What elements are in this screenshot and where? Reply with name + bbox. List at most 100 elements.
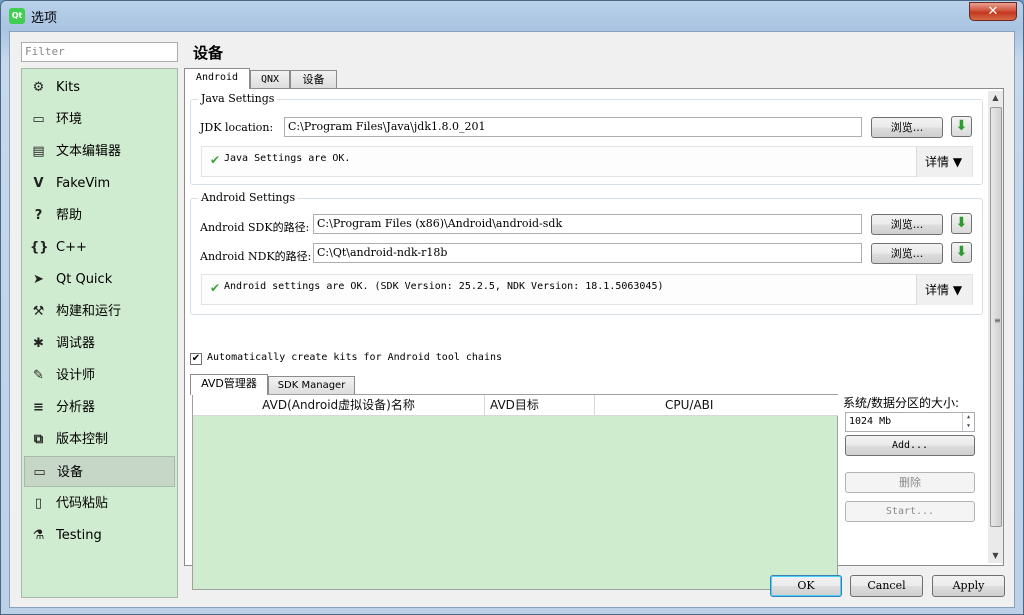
- sidebar-item-label: Qt Quick: [56, 272, 113, 287]
- sidebar-item-label: C++: [56, 240, 87, 255]
- spin-arrows-icon[interactable]: ▲ ▼: [962, 413, 974, 431]
- sidebar-item-label: 代码粘贴: [56, 496, 109, 511]
- tab-qnx[interactable]: QNX: [250, 70, 290, 89]
- sidebar-item-help[interactable]: ? 帮助: [24, 200, 175, 231]
- sidebar-item-kits[interactable]: ⚙ Kits: [24, 72, 175, 103]
- qt-quick-icon: ➤: [33, 272, 44, 287]
- details-label: 详情: [925, 155, 950, 169]
- page-title: 设备: [193, 44, 224, 62]
- sidebar-item-testing[interactable]: ⚗ Testing: [24, 520, 175, 551]
- flask-icon: ⚗: [32, 528, 45, 543]
- pencil-icon: ✎: [33, 368, 44, 383]
- download-icon: ⬇: [955, 244, 968, 260]
- filter-input[interactable]: Filter: [21, 42, 178, 62]
- sidebar-item-label: 分析器: [56, 400, 96, 415]
- avd-table[interactable]: AVD(Android虚拟设备)名称 AVD目标 CPU/ABI: [192, 394, 838, 590]
- help-icon: ?: [34, 208, 43, 223]
- sidebar-item-label: FakeVim: [56, 176, 111, 191]
- sidebar-item-text-editor[interactable]: ▤ 文本编辑器: [24, 136, 175, 167]
- java-status-text: Java Settings are OK.: [224, 153, 351, 164]
- android-settings-group: Android Settings Android SDK的路径: C:\Prog…: [190, 191, 983, 315]
- tab-avd-manager[interactable]: AVD管理器: [190, 374, 268, 395]
- category-list: ⚙ Kits ▭ 环境 ▤ 文本编辑器 V FakeVim ? 帮助 {} C+…: [21, 68, 178, 598]
- cancel-button[interactable]: Cancel: [850, 575, 923, 597]
- sidebar-item-debugger[interactable]: ✱ 调试器: [24, 328, 175, 359]
- sidebar-item-label: 构建和运行: [56, 304, 122, 319]
- ok-button[interactable]: OK: [770, 575, 842, 597]
- tab-sdk-manager[interactable]: SDK Manager: [268, 376, 355, 395]
- sidebar-item-label: 调试器: [56, 336, 96, 351]
- sidebar-item-label: Testing: [56, 528, 102, 543]
- jdk-download-button[interactable]: ⬇: [951, 116, 972, 137]
- jdk-location-label: JDK location:: [200, 121, 274, 134]
- qt-icon: Qt: [9, 8, 25, 24]
- jdk-location-field[interactable]: C:\Program Files\Java\jdk1.8.0_201: [284, 117, 862, 137]
- options-window: Qt 选项 ✕ Filter ⚙ Kits ▭ 环境 ▤ 文本编辑器 V Fak…: [0, 0, 1024, 615]
- android-settings-title: Android Settings: [198, 191, 299, 204]
- devices-icon: ▭: [33, 465, 46, 480]
- sidebar-item-label: 设备: [57, 465, 84, 480]
- close-button[interactable]: ✕: [969, 2, 1017, 21]
- column-cpu-abi[interactable]: CPU/ABI: [595, 395, 838, 416]
- android-status-text: Android settings are OK. (SDK Version: 2…: [224, 281, 664, 292]
- dropdown-arrow-icon: ▼: [952, 155, 963, 169]
- sidebar-item-label: 环境: [56, 112, 83, 127]
- scroll-thumb[interactable]: ≡: [990, 107, 1002, 527]
- sidebar-item-version-control[interactable]: ⧉ 版本控制: [24, 424, 175, 455]
- java-status-box: ✔ Java Settings are OK. 详情 ▼: [201, 146, 973, 177]
- partition-size-spinbox[interactable]: 1024 Mb ▲ ▼: [845, 412, 975, 432]
- ndk-download-button[interactable]: ⬇: [951, 242, 972, 263]
- remove-avd-button[interactable]: 删除: [845, 472, 975, 493]
- tab-devices[interactable]: 设备: [290, 70, 337, 89]
- download-icon: ⬇: [955, 118, 968, 134]
- apply-button[interactable]: Apply: [932, 575, 1005, 597]
- add-avd-button[interactable]: Add...: [845, 435, 975, 456]
- sidebar-item-label: Kits: [56, 80, 81, 95]
- version-control-icon: ⧉: [33, 432, 44, 447]
- column-avd-target[interactable]: AVD目标: [485, 395, 595, 416]
- sidebar-item-code-paste[interactable]: ▯ 代码粘贴: [24, 488, 175, 519]
- auto-create-kits-checkbox[interactable]: ✔: [190, 353, 202, 365]
- auto-create-kits-label: Automatically create kits for Android to…: [207, 352, 503, 363]
- sidebar-item-fakevim[interactable]: V FakeVim: [24, 168, 175, 199]
- details-label: 详情: [925, 283, 950, 297]
- title-bar: Qt 选项 ✕: [1, 1, 1023, 31]
- sidebar-item-qt-quick[interactable]: ➤ Qt Quick: [24, 264, 175, 295]
- sidebar-item-analyzer[interactable]: ≡ 分析器: [24, 392, 175, 423]
- sidebar-item-label: 设计师: [56, 368, 96, 383]
- sidebar-item-label: 版本控制: [56, 432, 109, 447]
- vertical-scrollbar[interactable]: ▲ ≡ ▼: [988, 91, 1003, 563]
- download-icon: ⬇: [955, 215, 968, 231]
- sidebar-item-build-run[interactable]: ⚒ 构建和运行: [24, 296, 175, 327]
- code-paste-icon: ▯: [34, 496, 43, 511]
- sdk-browse-button[interactable]: 浏览...: [871, 214, 943, 235]
- window-title: 选项: [31, 11, 58, 26]
- android-details-button[interactable]: 详情 ▼: [916, 275, 972, 305]
- scroll-up-icon[interactable]: ▲: [988, 91, 1003, 105]
- cpp-braces-icon: {}: [30, 240, 49, 255]
- analyzer-icon: ≡: [33, 400, 44, 415]
- jdk-browse-button[interactable]: 浏览...: [871, 117, 943, 138]
- sdk-download-button[interactable]: ⬇: [951, 213, 972, 234]
- sdk-path-label: Android SDK的路径:: [200, 221, 310, 234]
- column-avd-name[interactable]: AVD(Android虚拟设备)名称: [193, 395, 485, 416]
- sidebar-item-designer[interactable]: ✎ 设计师: [24, 360, 175, 391]
- text-editor-icon: ▤: [32, 144, 45, 159]
- start-avd-button[interactable]: Start...: [845, 501, 975, 522]
- scroll-down-icon[interactable]: ▼: [988, 549, 1003, 563]
- check-icon: ✔: [210, 153, 221, 167]
- ndk-browse-button[interactable]: 浏览...: [871, 243, 943, 264]
- java-details-button[interactable]: 详情 ▼: [916, 147, 972, 177]
- sidebar-item-devices[interactable]: ▭ 设备: [24, 456, 175, 487]
- sdk-path-field[interactable]: C:\Program Files (x86)\Android\android-s…: [313, 214, 862, 234]
- ndk-path-field[interactable]: C:\Qt\android-ndk-r18b: [313, 243, 862, 263]
- grip-icon: ≡: [994, 316, 1001, 325]
- sidebar-item-cpp[interactable]: {} C++: [24, 232, 175, 263]
- tab-android[interactable]: Android: [184, 68, 250, 89]
- java-settings-title: Java Settings: [198, 92, 278, 105]
- sidebar-item-environment[interactable]: ▭ 环境: [24, 104, 175, 135]
- sidebar-item-label: 帮助: [56, 208, 83, 223]
- bug-icon: ✱: [33, 336, 44, 351]
- sidebar-item-label: 文本编辑器: [56, 144, 122, 159]
- dropdown-arrow-icon: ▼: [952, 283, 963, 297]
